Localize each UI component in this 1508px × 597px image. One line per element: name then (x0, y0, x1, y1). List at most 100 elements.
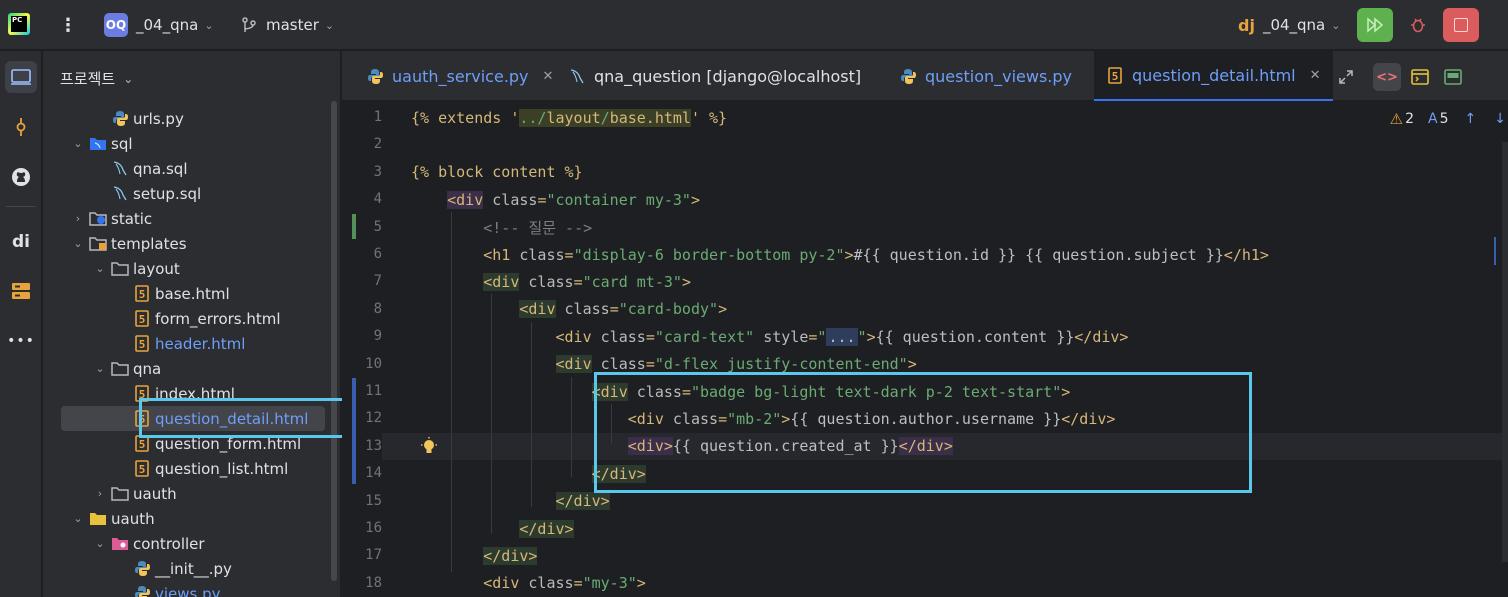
typo-icon: A (1428, 111, 1438, 127)
chevron-right-icon[interactable]: › (93, 487, 107, 500)
code-token: "card-body" (618, 300, 719, 319)
chevron-down-icon[interactable]: ⌄ (71, 512, 85, 525)
code-token: > (866, 327, 876, 346)
code-line[interactable]: <!-- 질문 --> (411, 214, 592, 241)
pycharm-logo-icon[interactable]: PC (8, 13, 30, 35)
code-token: "card mt-3" (582, 272, 682, 291)
folded-attribute[interactable]: ... (826, 327, 858, 346)
code-icon: <> (1376, 69, 1398, 85)
split-view-button[interactable] (1406, 63, 1434, 91)
project-name: _04_qna (136, 16, 199, 34)
line-number: 10 (365, 355, 382, 372)
project-panel-header[interactable]: 프로젝트 ⌄ (60, 68, 133, 89)
close-icon[interactable]: ✕ (543, 69, 554, 84)
html-file-icon: 5 (133, 310, 151, 328)
code-view-button[interactable]: <> (1373, 63, 1401, 91)
tab-question-detail-html[interactable]: 5 question_detail.html ✕ (1094, 51, 1333, 101)
close-icon[interactable]: ✕ (1310, 68, 1321, 83)
tab-question-views-py[interactable]: question_views.py (887, 51, 1084, 101)
tab-qna-question-django-localhost-[interactable]: qna_question [django@localhost] (556, 51, 873, 101)
code-token: = (645, 355, 655, 374)
run-config-selector[interactable]: dj _04_qna ⌄ (1238, 0, 1340, 50)
code-line[interactable]: {% block content %} (411, 159, 583, 186)
project-switcher[interactable]: OQ _04_qna ⌄ (104, 0, 214, 50)
tree-item-label: setup.sql (133, 184, 202, 203)
tree-item[interactable]: 5 header.html (43, 331, 340, 356)
code-token: <div (447, 190, 484, 209)
lightbulb-icon[interactable] (420, 437, 438, 457)
more-tools-button[interactable]: ••• (5, 325, 37, 357)
tree-item[interactable]: ⌄ controller (43, 531, 340, 556)
svg-text:5: 5 (139, 438, 146, 451)
tree-item[interactable]: views.py (43, 581, 340, 597)
code-token: {{ question.content }} (875, 327, 1075, 346)
code-line[interactable]: <div class = "card-text" style = "... " >{{ qu… (411, 323, 1128, 350)
code-token: = (573, 272, 583, 291)
main-menu-button[interactable]: ⋮ (58, 0, 78, 50)
run-button[interactable] (1357, 8, 1393, 42)
package-folder-icon (89, 510, 107, 528)
branch-switcher[interactable]: master ⌄ (240, 0, 334, 50)
line-number: 3 (373, 163, 382, 180)
tree-item[interactable]: ⌄ sql (43, 131, 340, 156)
svg-text:5: 5 (139, 463, 146, 476)
tree-item[interactable]: 5 base.html (43, 281, 340, 306)
code-line[interactable]: <div class = "card-body" > (411, 296, 727, 323)
tab-uauth-service-py[interactable]: uauth_service.py ✕ (354, 51, 565, 101)
code-line[interactable]: <div class = "my-3" > (411, 570, 646, 597)
tree-item[interactable]: __init__.py (43, 556, 340, 581)
project-icon (11, 69, 31, 85)
chevron-down-icon[interactable]: ⌄ (93, 362, 107, 375)
tree-item[interactable]: 5 form_errors.html (43, 306, 340, 331)
chevron-down-icon[interactable]: ⌄ (93, 262, 107, 275)
chevron-down-icon[interactable]: ⌄ (71, 237, 85, 250)
code-token: <div (555, 327, 592, 346)
code-line[interactable]: </div> (411, 515, 574, 542)
inspection-widget[interactable]: ⚠ 2 A 5 ↑ ↓ (1390, 110, 1506, 128)
tree-item[interactable]: 5 question_list.html (43, 456, 340, 481)
code-token: class (510, 245, 565, 264)
github-tool-button[interactable] (5, 161, 37, 193)
code-line[interactable]: <div class = "container my-3" > (411, 186, 700, 213)
tree-item-label: qna (133, 359, 162, 378)
next-problem-icon[interactable]: ↓ (1494, 111, 1506, 127)
code-token: "card-text" (654, 327, 755, 346)
chevron-down-icon: ⌄ (204, 18, 214, 32)
tree-item[interactable]: › uauth (43, 481, 340, 506)
chevron-down-icon[interactable]: ⌄ (93, 537, 107, 550)
tree-item[interactable]: urls.py (43, 106, 340, 131)
stop-button[interactable] (1443, 8, 1479, 42)
tree-item[interactable]: › static (43, 206, 340, 231)
vcs-modified-marker[interactable] (352, 378, 356, 484)
code-line[interactable]: <div class = "card mt-3" > (411, 268, 691, 295)
code-token: <h1 (483, 245, 511, 264)
vcs-added-marker[interactable] (352, 214, 356, 239)
chevron-down-icon[interactable]: ⌄ (71, 137, 85, 150)
tree-item[interactable]: setup.sql (43, 181, 340, 206)
code-line[interactable]: <h1 class = "display-6 border-bottom py-2"… (411, 241, 1269, 268)
prev-problem-icon[interactable]: ↑ (1465, 111, 1477, 127)
line-number: 18 (365, 574, 382, 591)
expand-editor-button[interactable] (1332, 63, 1360, 91)
code-line[interactable]: {% extends ' ../layout / base.html ' %} (411, 104, 727, 131)
tree-item[interactable]: ⌄ templates (43, 231, 340, 256)
editor-scrollbar[interactable] (1502, 142, 1508, 562)
services-tool-button[interactable] (5, 275, 37, 307)
project-scrollbar[interactable] (331, 101, 337, 581)
project-tool-button[interactable] (5, 61, 37, 93)
commit-tool-button[interactable] (5, 111, 37, 143)
chevron-right-icon[interactable]: › (71, 212, 85, 225)
tree-item[interactable]: ⌄ qna (43, 356, 340, 381)
svg-text:5: 5 (139, 338, 146, 351)
tree-item[interactable]: ⌄ uauth (43, 506, 340, 531)
code-token: " (857, 327, 867, 346)
code-line[interactable]: </div> (411, 488, 610, 515)
preview-button[interactable] (1439, 63, 1467, 91)
tree-item[interactable]: qna.sql (43, 156, 340, 181)
tree-item[interactable]: ⌄ layout (43, 256, 340, 281)
django-structure-tool-button[interactable]: di (5, 226, 37, 258)
debug-button[interactable] (1400, 8, 1436, 42)
code-line[interactable]: </div> (411, 542, 538, 569)
code-editor[interactable]: 1 {% extends ' ../layout / base.html ' %} 2 3 {%… (342, 102, 1508, 597)
